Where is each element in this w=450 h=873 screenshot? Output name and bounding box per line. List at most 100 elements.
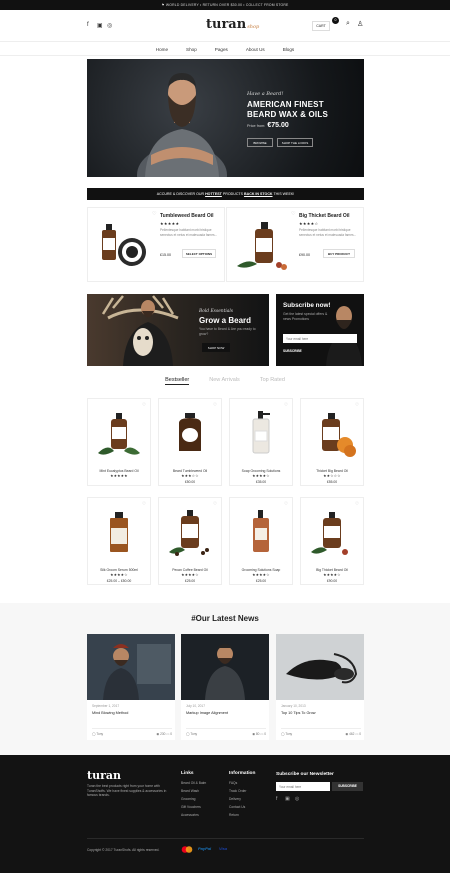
- product-card[interactable]: ♡ Soap Grooming Solutions ★★★★☆ £35.00: [229, 398, 293, 486]
- nav-shop[interactable]: Shop: [186, 47, 197, 52]
- buy-product-button[interactable]: BUY PRODUCT: [323, 249, 355, 258]
- product-description: Pellentesque habitant morbi tristique se…: [299, 228, 357, 237]
- cart-button[interactable]: CART: [312, 21, 330, 31]
- news-comments: 0: [170, 732, 172, 736]
- news-card[interactable]: July 10, 2017 Markup Image Alignment ◯ T…: [181, 634, 269, 740]
- nav-home[interactable]: Home: [156, 47, 168, 52]
- tab-top-rated[interactable]: Top Rated: [260, 377, 285, 383]
- subscribe-email-input[interactable]: [283, 334, 357, 343]
- news-author[interactable]: Tony: [285, 732, 292, 736]
- user-icon[interactable]: ♙: [357, 20, 363, 28]
- twitter-icon[interactable]: ▣: [97, 22, 103, 29]
- rating-stars: ★★★☆☆: [181, 474, 199, 478]
- hero-title-line2: BEARD WAX & OILS: [247, 110, 328, 119]
- man-with-antlers-image: [101, 295, 179, 366]
- product-card[interactable]: ♡ Big Thicket Beard Oil ★★★★☆ £90.00: [300, 497, 364, 585]
- product-name[interactable]: Soap Grooming Solutions: [230, 469, 292, 473]
- product-price: £50.00: [184, 480, 196, 484]
- shop-looks-button[interactable]: SHOP THE LOOKS: [277, 138, 313, 147]
- wishlist-heart-icon[interactable]: ♡: [355, 501, 359, 507]
- footer-info-link[interactable]: FAQs: [229, 779, 246, 787]
- wishlist-heart-icon[interactable]: ♡: [142, 402, 146, 408]
- news-title[interactable]: Markup Image Alignment: [186, 711, 228, 715]
- shop-now-button[interactable]: SHOP NOW: [202, 343, 230, 352]
- news-author[interactable]: Tony: [96, 732, 103, 736]
- footer-links-list: Beard Oil & Balm Beard Wash Grooming Gif…: [181, 779, 206, 819]
- nav-about[interactable]: About Us: [246, 47, 265, 52]
- nav-pages[interactable]: Pages: [215, 47, 228, 52]
- product-name[interactable]: Thicket Big Beard Oil: [301, 469, 363, 473]
- footer-link[interactable]: Gift Vouchers: [181, 803, 206, 811]
- news-meta: ◯ Tony ◉ 80 ▭ 0: [186, 728, 266, 736]
- facebook-icon[interactable]: f: [87, 22, 89, 28]
- footer-link[interactable]: Beard Wash: [181, 787, 206, 795]
- product-name[interactable]: Mint Eucalyptus Beard Oil: [88, 469, 150, 473]
- instagram-icon[interactable]: ◎: [107, 22, 112, 29]
- promo-back-link[interactable]: BACK IN STOCK: [244, 192, 273, 196]
- tab-new-arrivals[interactable]: New Arrivals: [209, 377, 240, 383]
- product-card[interactable]: ♡ Beard Tumbleweed Oil ★★★☆☆ £50.00: [158, 398, 222, 486]
- news-author[interactable]: Tony: [190, 732, 197, 736]
- browse-button[interactable]: BROWSE: [247, 138, 273, 147]
- twitter-icon[interactable]: ▣: [285, 796, 290, 802]
- facebook-icon[interactable]: f: [276, 796, 277, 802]
- product-title[interactable]: Tumbleweed Beard Oil: [160, 213, 214, 219]
- product-card[interactable]: ♡ Grooming Solutions Soap ★★★★☆ £25.00: [229, 497, 293, 585]
- featured-product-card[interactable]: Big Thicket Beard Oil ★★★★☆ Pellentesque…: [226, 207, 364, 282]
- big-thicket-oil-image: [311, 512, 348, 555]
- product-card[interactable]: ♡ Mint Eucalyptus Beard Oil ★★★★★: [87, 398, 151, 486]
- site-logo[interactable]: turanshop: [206, 17, 259, 32]
- footer-info-link[interactable]: Return: [229, 811, 246, 819]
- news-meta: ◯ Tony ◉ 230 ▭ 0: [92, 728, 172, 736]
- subscribe-button[interactable]: SUBSCRIBE: [283, 347, 311, 355]
- wishlist-heart-icon[interactable]: ♡: [355, 402, 359, 408]
- product-card[interactable]: ♡ Silk Groom Serum 500ml ★★★★☆ £25.00 – …: [87, 497, 151, 585]
- select-options-button[interactable]: SELECT OPTIONS: [182, 249, 216, 258]
- nav-blogs[interactable]: Blogs: [283, 47, 295, 52]
- wishlist-heart-icon[interactable]: ♡: [291, 211, 295, 217]
- product-name[interactable]: Pecan Coffee Beard Oil: [159, 568, 221, 572]
- footer-link[interactable]: Grooming: [181, 795, 206, 803]
- promo-hot-link[interactable]: HOTTEST: [205, 192, 222, 196]
- tab-bestseller[interactable]: Bestseller: [165, 377, 190, 385]
- product-name[interactable]: Beard Tumbleweed Oil: [159, 469, 221, 473]
- footer-divider: [87, 838, 364, 839]
- product-card[interactable]: ♡ Pecan Coffee Beard Oil ★★★★☆ £25.00: [158, 497, 222, 585]
- product-card[interactable]: ♡ Thicket Big Beard Oil ★★☆☆☆ £55.00: [300, 398, 364, 486]
- news-title[interactable]: Top 10 Tips To Grow: [281, 711, 316, 715]
- wishlist-heart-icon[interactable]: ♡: [213, 501, 217, 507]
- mastercard-icon: [181, 846, 193, 854]
- footer-logo[interactable]: turan: [87, 769, 121, 782]
- footer-info-link[interactable]: Track Order: [229, 787, 246, 795]
- product-title[interactable]: Big Thicket Beard Oil: [299, 213, 350, 219]
- rating-stars: ★★★★☆: [252, 474, 270, 478]
- product-name[interactable]: Silk Groom Serum 500ml: [88, 568, 150, 572]
- wishlist-heart-icon[interactable]: ♡: [213, 402, 217, 408]
- footer-about-text: Turan the best products right from your …: [87, 784, 167, 798]
- cart-label: CART: [316, 24, 326, 28]
- featured-product-card[interactable]: Tumbleweed Beard Oil ★★★★★ Pellentesque …: [87, 207, 225, 282]
- wishlist-heart-icon[interactable]: ♡: [284, 501, 288, 507]
- wishlist-heart-icon[interactable]: ♡: [152, 211, 156, 217]
- rating-stars: ★★★★★: [160, 221, 180, 226]
- product-name[interactable]: Grooming Solutions Soap: [230, 568, 292, 572]
- wishlist-heart-icon[interactable]: ♡: [142, 501, 146, 507]
- news-comments: 0: [359, 732, 361, 736]
- search-icon[interactable]: ⌕: [346, 20, 350, 28]
- instagram-icon[interactable]: ◎: [295, 796, 299, 802]
- newsletter-email-input[interactable]: [276, 782, 330, 791]
- footer-link[interactable]: Beard Oil & Balm: [181, 779, 206, 787]
- news-title[interactable]: Mind Blowing Method: [92, 711, 128, 715]
- footer-info-link[interactable]: Contact Us: [229, 803, 246, 811]
- product-name[interactable]: Big Thicket Beard Oil: [301, 568, 363, 572]
- product-tabs: Bestseller New Arrivals Top Rated: [0, 377, 450, 385]
- news-card[interactable]: January 10, 2013 Top 10 Tips To Grow ◯ T…: [276, 634, 364, 740]
- newsletter-subscribe-button[interactable]: SUBSCRIBE: [332, 782, 363, 791]
- grow-beard-banner[interactable]: Bold Essentials Grow a Beard You have to…: [87, 294, 269, 366]
- news-card[interactable]: September 1, 2017 Mind Blowing Method ◯ …: [87, 634, 175, 740]
- footer-info-link[interactable]: Delivery: [229, 795, 246, 803]
- footer-link[interactable]: Accessories: [181, 811, 206, 819]
- wishlist-heart-icon[interactable]: ♡: [284, 402, 288, 408]
- news-views: 462: [349, 732, 355, 736]
- footer-info-title: Information: [229, 771, 256, 776]
